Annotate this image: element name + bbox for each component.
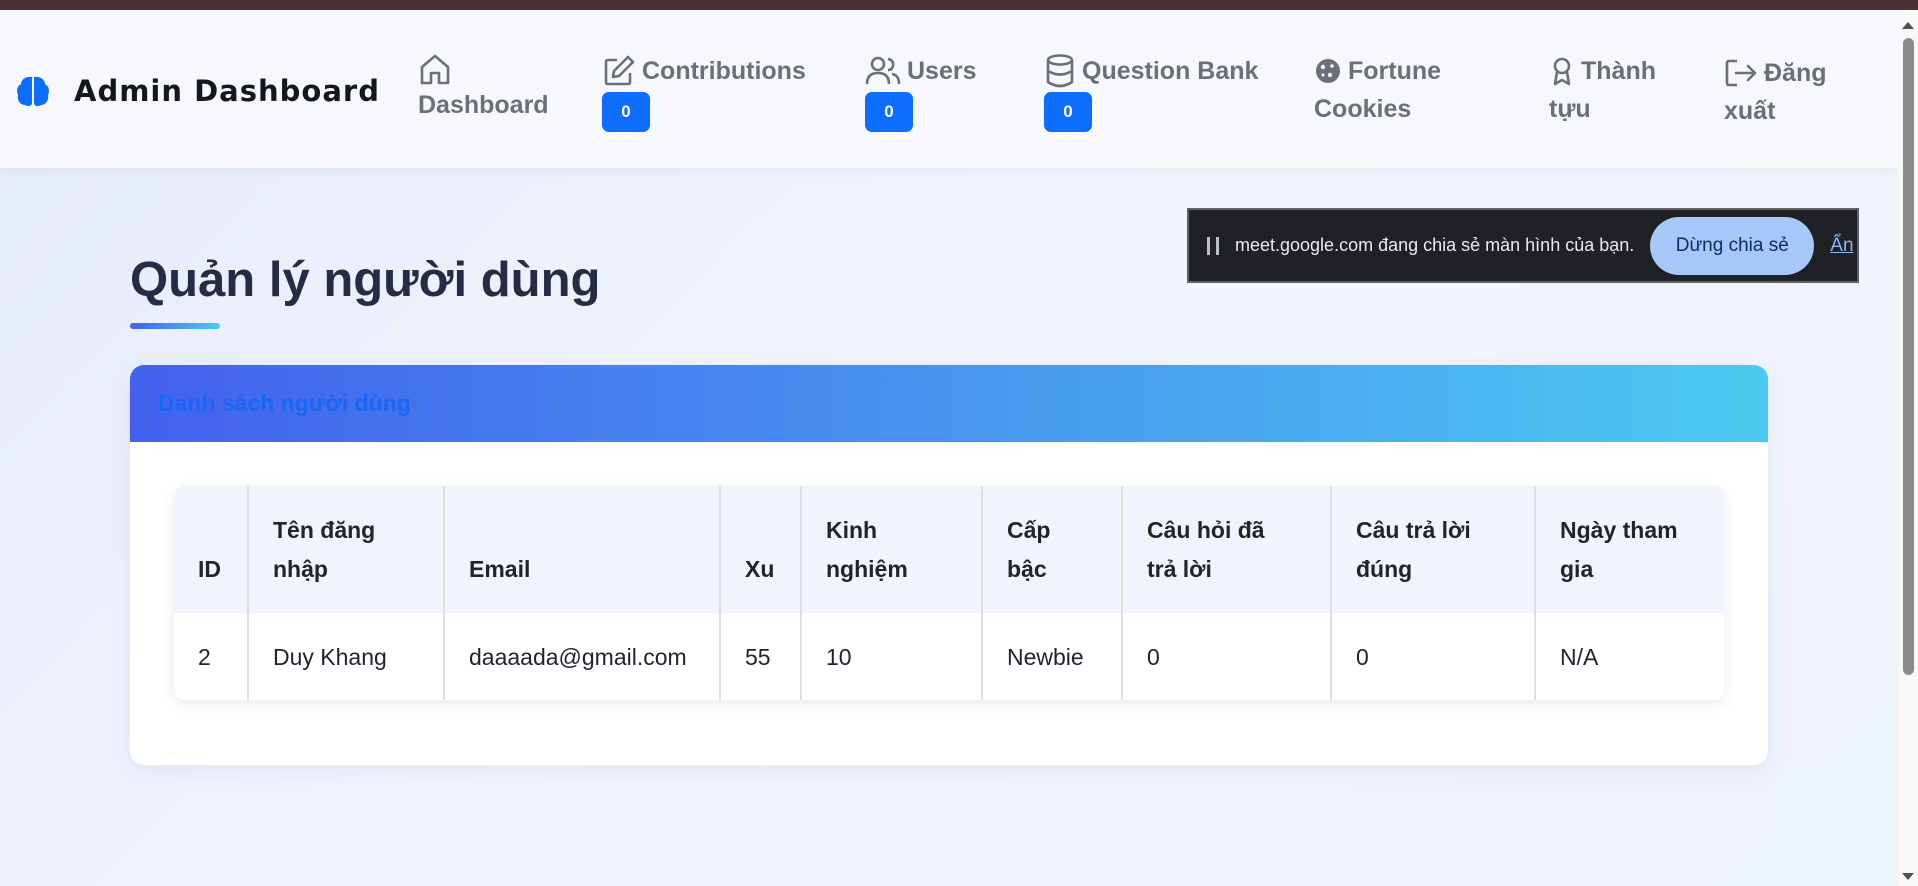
column-header-join-date[interactable]: Ngày tham gia (1535, 486, 1724, 613)
scroll-up-arrow-icon[interactable] (1902, 22, 1914, 29)
table-row[interactable]: 2 Duy Khang daaaada@gmail.com 55 10 Newb… (174, 613, 1724, 700)
nav-question-bank-label: Question Bank (1082, 57, 1259, 85)
users-table-wrapper: ID Tên đăng nhập Email Xu Kinh nghiệm Cấp b… (174, 486, 1724, 700)
column-header-questions-answered[interactable]: Câu hỏi đã trả lời (1122, 486, 1332, 613)
cell-correct-answers: 0 (1331, 613, 1536, 700)
pause-icon (1207, 236, 1219, 255)
nav-logout-label-line2: xuất (1724, 97, 1776, 125)
screen-share-bar: meet.google.com đang chia sẻ màn hình củ… (1187, 208, 1859, 283)
pencil-square-icon (604, 55, 635, 86)
nav-achievements[interactable]: Thành tựu (1549, 52, 1656, 128)
cell-coins: 55 (720, 613, 802, 700)
page-title: Quản lý người dùng (130, 253, 601, 307)
browser-top-strip (0, 0, 1918, 10)
users-table: ID Tên đăng nhập Email Xu Kinh nghiệm Cấp b… (174, 486, 1724, 700)
table-header-row: ID Tên đăng nhập Email Xu Kinh nghiệm Cấp b… (174, 486, 1724, 613)
logout-icon (1725, 59, 1757, 87)
award-icon (1553, 57, 1571, 86)
hide-share-bar-link[interactable]: Ẩn (1830, 235, 1853, 257)
card-title: Danh sách người dùng (158, 390, 411, 416)
scrollbar-thumb[interactable] (1903, 38, 1914, 675)
column-header-experience[interactable]: Kinh nghiệm (801, 486, 983, 613)
top-navbar: Admin Dashboard Dashboard Contributions … (0, 10, 1898, 168)
stop-sharing-button[interactable]: Dừng chia sẻ (1650, 216, 1815, 275)
nav-users[interactable]: Users 0 (865, 52, 977, 132)
column-header-id[interactable]: ID (174, 486, 249, 613)
nav-contributions[interactable]: Contributions 0 (602, 52, 806, 132)
title-underline (130, 323, 220, 329)
cell-id: 2 (174, 613, 249, 700)
nav-fortune-cookies-label-line2: Cookies (1314, 95, 1412, 123)
people-icon (865, 56, 901, 85)
contributions-count-badge: 0 (602, 92, 650, 132)
question-bank-count-badge: 0 (1044, 92, 1092, 132)
column-header-rank[interactable]: Cấp bậc (982, 486, 1123, 613)
nav-achievements-label-line2: tựu (1549, 95, 1591, 123)
vertical-scrollbar[interactable] (1898, 10, 1918, 886)
column-header-username[interactable]: Tên đăng nhập (248, 486, 445, 613)
column-header-correct-answers[interactable]: Câu trả lời đúng (1331, 486, 1536, 613)
column-header-email[interactable]: Email (444, 486, 721, 613)
nav-dashboard-label: Dashboard (418, 91, 549, 119)
cell-email: daaaada@gmail.com (444, 613, 721, 700)
brain-icon (17, 76, 49, 107)
nav-logout[interactable]: Đăng xuất (1724, 54, 1827, 130)
cell-questions-answered: 0 (1122, 613, 1332, 700)
screen-share-message: meet.google.com đang chia sẻ màn hình củ… (1235, 235, 1635, 255)
nav-dashboard[interactable]: Dashboard (418, 52, 549, 124)
nav-logout-label-line1: Đăng (1764, 59, 1827, 87)
scroll-down-arrow-icon[interactable] (1902, 873, 1914, 880)
cell-username: Duy Khang (248, 613, 445, 700)
cookie-icon (1316, 59, 1340, 83)
nav-achievements-label-line1: Thành (1581, 57, 1656, 85)
column-header-coins[interactable]: Xu (720, 486, 802, 613)
nav-fortune-cookies[interactable]: Fortune Cookies (1314, 52, 1441, 128)
house-icon (420, 54, 450, 85)
cell-rank: Newbie (982, 613, 1123, 700)
cell-experience: 10 (801, 613, 983, 700)
nav-users-label: Users (907, 57, 977, 85)
users-count-badge: 0 (865, 92, 913, 132)
card-header: Danh sách người dùng (130, 365, 1768, 442)
brand-title: Admin Dashboard (74, 74, 380, 108)
brand[interactable]: Admin Dashboard (14, 72, 380, 110)
nav-fortune-cookies-label-line1: Fortune (1348, 57, 1442, 85)
cell-join-date: N/A (1535, 613, 1724, 700)
database-icon (1046, 54, 1074, 88)
users-card: Danh sách người dùng ID Tên đăng nhập Ema… (130, 365, 1768, 765)
nav-question-bank[interactable]: Question Bank 0 (1044, 52, 1258, 132)
nav-contributions-label: Contributions (642, 57, 806, 85)
